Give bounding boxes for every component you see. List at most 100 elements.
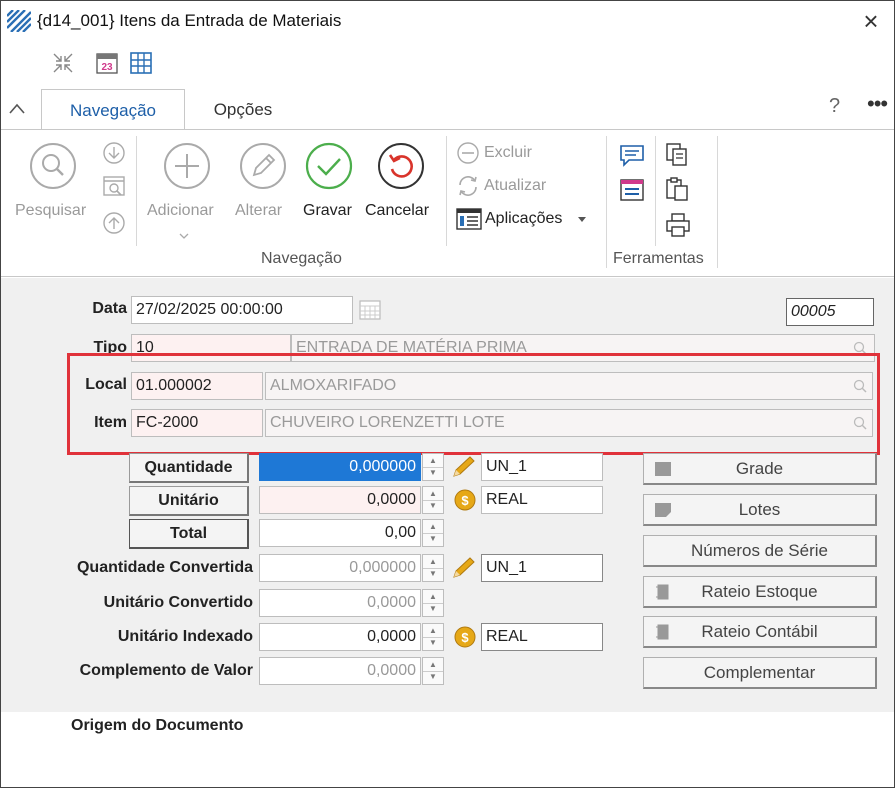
shield-icon [655,503,671,517]
converted-quantity-stepper[interactable]: ▲ ▼ [422,554,444,582]
close-icon[interactable]: × [857,7,885,35]
search-window-icon[interactable] [103,176,127,198]
quantity-label-button[interactable]: Quantidade [129,453,249,483]
serial-numbers-button-label: Números de Série [690,541,828,560]
tab-navegacao[interactable]: Navegação [41,89,185,130]
minus-circle-icon[interactable] [457,142,479,164]
group-label-navegacao: Navegação [261,250,342,267]
quantity-field[interactable]: 0,000000 [259,453,421,481]
form-list-icon[interactable] [619,178,645,202]
comment-icon[interactable] [619,144,645,168]
arrow-down-circle-icon[interactable] [103,142,125,164]
svg-text:23: 23 [101,62,113,73]
unit-price-stepper[interactable]: ▲ ▼ [422,486,444,514]
pencil-icon[interactable] [451,455,477,479]
paste-icon[interactable] [665,176,689,202]
ribbon-separator [655,136,656,246]
grade-button[interactable]: Grade [643,453,877,485]
applications-list-icon[interactable] [456,208,482,230]
indexed-unit-price-field[interactable]: 0,0000 [259,623,421,651]
indexed-unit-price-stepper[interactable]: ▲ ▼ [422,623,444,651]
ribbon-separator [717,136,718,268]
lotes-button-label: Lotes [738,500,781,519]
help-icon[interactable]: ? [829,95,840,118]
calendar-picker-icon[interactable] [359,300,381,320]
search-button[interactable]: Pesquisar [15,202,86,220]
chevron-down-icon[interactable] [179,232,189,240]
window-title: {d14_001} Itens da Entrada de Materiais [37,11,342,30]
arrow-up-circle-icon[interactable] [103,212,125,234]
refresh-icon[interactable] [456,174,480,198]
square-icon [655,462,671,476]
copy-icon[interactable] [665,142,689,168]
pencil-circle-icon[interactable] [239,142,287,190]
rateio-contabil-button[interactable]: Rateio Contábil [643,616,877,648]
quantity-unit-field[interactable]: UN_1 [481,453,603,481]
coin-icon[interactable]: $ [454,626,476,648]
add-button[interactable]: Adicionar [147,202,214,220]
dropdown-arrow-icon[interactable] [577,216,587,224]
grade-button-label: Grade [735,459,784,478]
total-label-button[interactable]: Total [129,519,249,549]
value-complement-field[interactable]: 0,0000 [259,657,421,685]
grid-table-icon[interactable] [129,51,153,75]
edit-button[interactable]: Alterar [235,202,282,220]
group-label-ferramentas: Ferramentas [613,250,704,267]
undo-circle-icon[interactable] [377,142,425,190]
complementar-button-label: Complementar [703,663,816,682]
svg-text:$: $ [461,630,469,645]
label-quantidade-convertida: Quantidade Convertida [76,559,253,576]
date-field[interactable]: 27/02/2025 00:00:00 [131,296,353,324]
complementar-button[interactable]: Complementar [643,657,877,689]
ribbon-separator [606,136,607,268]
document-icon [656,584,669,600]
refresh-button[interactable]: Atualizar [484,177,546,195]
label-unitario-indexado: Unitário Indexado [117,628,253,645]
collapse-arrows-icon[interactable] [51,51,75,75]
title-bar: {d14_001} Itens da Entrada de Materiais … [1,1,894,41]
ribbon-separator [446,136,447,246]
delete-button[interactable]: Excluir [484,144,532,162]
printer-icon[interactable] [665,212,691,238]
svg-text:$: $ [461,493,469,508]
label-complemento-valor: Complemento de Valor [79,662,253,679]
window: {d14_001} Itens da Entrada de Materiais … [0,0,895,788]
ribbon-tabs: Navegação Opções [1,89,894,130]
total-field[interactable]: 0,00 [259,519,421,547]
search-icon[interactable] [29,142,77,190]
serial-numbers-button[interactable]: Números de Série [643,535,877,567]
total-stepper[interactable]: ▲ ▼ [422,519,444,547]
ribbon-panel: Pesquisar Adicionar Alterar Gravar Cance… [1,129,894,277]
pencil-icon[interactable] [451,556,477,580]
rateio-estoque-button-label: Rateio Estoque [701,582,818,601]
converted-quantity-unit-field[interactable]: UN_1 [481,554,603,582]
value-complement-stepper[interactable]: ▲ ▼ [422,657,444,685]
coin-icon[interactable]: $ [454,489,476,511]
label-unitario-convertido: Unitário Convertido [103,594,253,611]
rateio-estoque-button[interactable]: Rateio Estoque [643,576,877,608]
cancel-button[interactable]: Cancelar [365,202,429,220]
quantity-stepper[interactable]: ▲ ▼ [422,453,444,481]
origem-documento-label: Origem do Documento [71,717,244,734]
rateio-contabil-button-label: Rateio Contábil [701,622,818,641]
converted-quantity-field[interactable]: 0,000000 [259,554,421,582]
document-icon [656,624,669,640]
more-options-icon[interactable]: ••• [867,91,888,117]
label-data: Data [92,300,127,317]
checkmark-circle-icon[interactable] [305,142,353,190]
converted-unit-price-field[interactable]: 0,0000 [259,589,421,617]
plus-circle-icon[interactable] [163,142,211,190]
calendar-icon[interactable]: 23 [95,51,119,75]
applications-button[interactable]: Aplicações [485,210,562,228]
lotes-button[interactable]: Lotes [643,494,877,526]
indexed-currency-field[interactable]: REAL [481,623,603,651]
document-number-field[interactable]: 00005 [786,298,874,326]
app-logo-icon [7,10,31,32]
ribbon-separator [136,136,137,246]
unit-price-currency-field[interactable]: REAL [481,486,603,514]
tab-opcoes[interactable]: Opções [197,89,289,130]
unit-price-field[interactable]: 0,0000 [259,486,421,514]
save-button[interactable]: Gravar [303,202,352,220]
unit-price-label-button[interactable]: Unitário [129,486,249,516]
converted-unit-price-stepper[interactable]: ▲ ▼ [422,589,444,617]
